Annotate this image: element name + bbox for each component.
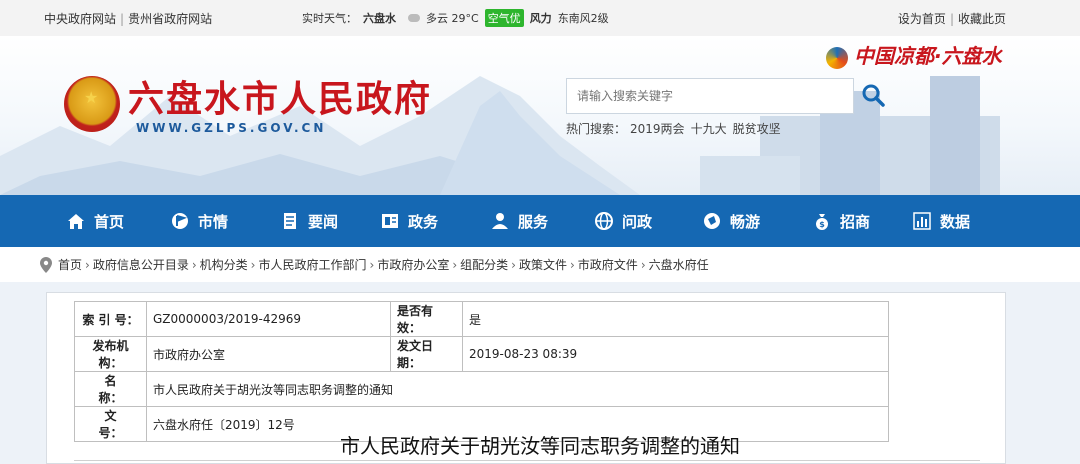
nav-label: 服务 — [518, 212, 549, 231]
breadcrumb-item[interactable]: 首页 — [58, 256, 82, 273]
breadcrumb-item[interactable]: 政府信息公开目录 — [93, 256, 189, 273]
breadcrumb-separator: › — [640, 257, 646, 272]
index-number-value: GZ0000003/2019-42969 — [146, 301, 391, 337]
national-emblem-logo: ★ — [64, 76, 120, 132]
nav-label: 畅游 — [730, 212, 761, 231]
money-bag-icon: $ — [816, 214, 828, 230]
table-row: 索 引 号： GZ0000003/2019-42969 是否有效： 是 — [74, 301, 889, 337]
site-header: ★ 六盘水市人民政府 WWW.GZLPS.GOV.CN 中国凉都·六盘水 热门搜… — [0, 36, 1080, 195]
top-right-links: 设为首页 | 收藏此页 — [898, 10, 1006, 27]
wind-value: 东南风2级 — [557, 12, 609, 25]
nav-label: 首页 — [94, 212, 125, 231]
breadcrumb-separator: › — [85, 257, 90, 272]
nav-item-city-info[interactable]: 市情 — [170, 195, 228, 247]
validity-value: 是 — [462, 301, 889, 337]
hot-search-term[interactable]: 脱贫攻坚 — [733, 122, 781, 136]
title-divider — [74, 460, 980, 461]
document-name-label: 名 称： — [74, 371, 147, 407]
breadcrumb-separator: › — [452, 257, 458, 272]
breadcrumb-item[interactable]: 市政府文件 — [578, 256, 638, 273]
weather-city: 六盘水 — [363, 12, 396, 25]
brand-logo: 中国凉都·六盘水 — [826, 40, 1002, 69]
nav-label: 招商 — [840, 212, 871, 231]
news-icon — [284, 213, 296, 229]
nav-item-home[interactable]: 首页 — [66, 195, 124, 247]
central-gov-link[interactable]: 中央政府网站 — [44, 12, 116, 26]
bar-chart-icon — [913, 212, 931, 230]
issue-date-value: 2019-08-23 08:39 — [462, 336, 889, 372]
top-bar: 中央政府网站 | 贵州省政府网站 实时天气： 六盘水 多云 29°C 空气优 风力 … — [0, 0, 1080, 36]
nav-label: 问政 — [622, 212, 653, 231]
nav-item-data[interactable]: 数据 — [912, 195, 970, 247]
nav-label: 要闻 — [308, 212, 339, 231]
guizhou-gov-link[interactable]: 贵州省政府网站 — [128, 12, 212, 26]
cloud-icon — [408, 14, 420, 22]
hot-search-term[interactable]: 2019两会 — [630, 122, 685, 136]
breadcrumb-item[interactable]: 政策文件 — [519, 256, 567, 273]
validity-label: 是否有效： — [390, 301, 463, 337]
document-title: 市人民政府关于胡光汝等同志职务调整的通知 — [340, 434, 740, 458]
brand-text: 中国凉都·六盘水 — [854, 44, 1002, 68]
nav-item-news[interactable]: 要闻 — [280, 195, 338, 247]
site-url: WWW.GZLPS.GOV.CN — [136, 121, 327, 135]
weather-sky: 多云 29°C — [426, 12, 479, 25]
weather-widget: 实时天气： 六盘水 多云 29°C 空气优 风力 东南风2级 — [302, 9, 609, 27]
nav-item-government-affairs[interactable]: 政务 — [380, 195, 438, 247]
table-row: 名 称： 市人民政府关于胡光汝等同志职务调整的通知 — [74, 371, 889, 407]
nav-label: 数据 — [940, 212, 971, 231]
home-icon — [68, 214, 84, 229]
table-row: 发布机构： 市政府办公室 发文日期： 2019-08-23 08:39 — [74, 336, 889, 372]
breadcrumb-item-current[interactable]: 六盘水府任 — [649, 256, 709, 273]
flag-icon — [172, 213, 188, 229]
hot-search-term[interactable]: 十九大 — [691, 122, 727, 136]
svg-text:$: $ — [819, 220, 825, 229]
breadcrumb-separator: › — [511, 257, 516, 272]
government-icon — [382, 214, 398, 228]
search-input[interactable] — [567, 79, 853, 113]
travel-icon — [704, 213, 720, 229]
search-icon[interactable] — [860, 82, 886, 108]
breadcrumb-separator: › — [369, 257, 375, 272]
search-box — [566, 78, 854, 114]
breadcrumb: 首页 › 政府信息公开目录 › 机构分类 › 市人民政府工作部门 › 市政府办公室 › 组… — [40, 256, 709, 273]
nav-item-travel[interactable]: 畅游 — [702, 195, 760, 247]
issue-date-label: 发文日期： — [390, 336, 463, 372]
favorite-link[interactable]: 收藏此页 — [958, 12, 1006, 26]
nav-item-services[interactable]: 服务 — [490, 195, 548, 247]
weather-label: 实时天气： — [302, 12, 357, 25]
location-pin-icon — [40, 256, 52, 273]
issuer-label: 发布机构： — [74, 336, 147, 372]
document-meta-table: 索 引 号： GZ0000003/2019-42969 是否有效： 是 发布机构… — [74, 301, 889, 442]
wind-label: 风力 — [529, 12, 552, 25]
breadcrumb-item[interactable]: 机构分类 — [200, 256, 248, 273]
nav-label: 市情 — [198, 212, 229, 231]
service-icon — [492, 213, 508, 229]
nav-item-inquiry[interactable]: 问政 — [594, 195, 652, 247]
breadcrumb-item[interactable]: 市人民政府工作部门 — [258, 256, 366, 273]
issuer-value: 市政府办公室 — [146, 336, 391, 372]
breadcrumb-item[interactable]: 组配分类 — [460, 256, 508, 273]
hot-search-label: 热门搜索： — [566, 122, 627, 136]
hot-searches: 热门搜索： 2019两会 十九大 脱贫攻坚 — [566, 120, 787, 137]
divider: | — [120, 12, 125, 26]
index-number-label: 索 引 号： — [74, 301, 147, 337]
breadcrumb-separator: › — [191, 257, 197, 272]
breadcrumb-separator: › — [569, 257, 575, 272]
nav-item-investment[interactable]: $ 招商 — [812, 195, 870, 247]
top-links: 中央政府网站 | 贵州省政府网站 — [44, 10, 212, 27]
globe-icon — [595, 212, 613, 230]
breadcrumb-separator: › — [250, 257, 256, 272]
document-name-value: 市人民政府关于胡光汝等同志职务调整的通知 — [146, 371, 889, 407]
nav-label: 政务 — [408, 212, 439, 231]
site-title: 六盘水市人民政府 — [128, 79, 433, 120]
brand-swirl-icon — [826, 46, 848, 69]
breadcrumb-item[interactable]: 市政府办公室 — [377, 256, 449, 273]
set-home-link[interactable]: 设为首页 — [898, 12, 946, 26]
air-quality-badge: 空气优 — [484, 9, 524, 27]
divider: | — [949, 12, 954, 26]
main-nav: 首页 市情 要闻 政务 服务 问政 畅游 $ 招商 数据 — [0, 195, 1080, 247]
